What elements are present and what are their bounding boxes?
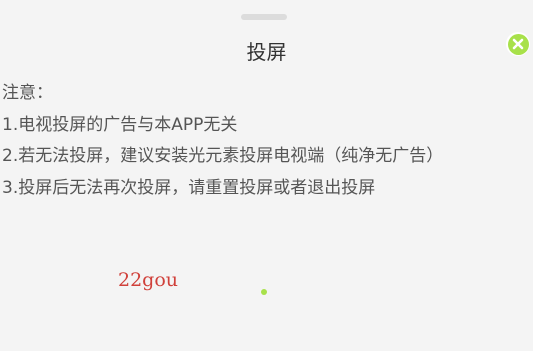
notice-item-2: 2.若无法投屏，建议安装光元素投屏电视端（纯净无广告） [2,146,444,166]
dialog-title: 投屏 [246,40,287,64]
watermark-text: 22gou [118,269,179,291]
notice-list: 注意： 1.电视投屏的广告与本APP无关 2.若无法投屏，建议安装光元素投屏电视… [2,78,530,204]
cast-dialog: 投屏 注意： 1.电视投屏的广告与本APP无关 2.若无法投屏，建议安装光元素投… [0,0,533,351]
close-button[interactable] [506,32,530,56]
notice-item-3: 3.投屏后无法再次投屏，请重置投屏或者退出投屏 [2,177,376,198]
notice-item-1: 1.电视投屏的广告与本APP无关 [2,114,238,135]
loading-dot [261,289,267,295]
close-icon-wrap [507,33,529,55]
drag-handle[interactable] [241,14,287,20]
close-icon [512,38,524,50]
notice-heading: 注意： [2,83,53,103]
